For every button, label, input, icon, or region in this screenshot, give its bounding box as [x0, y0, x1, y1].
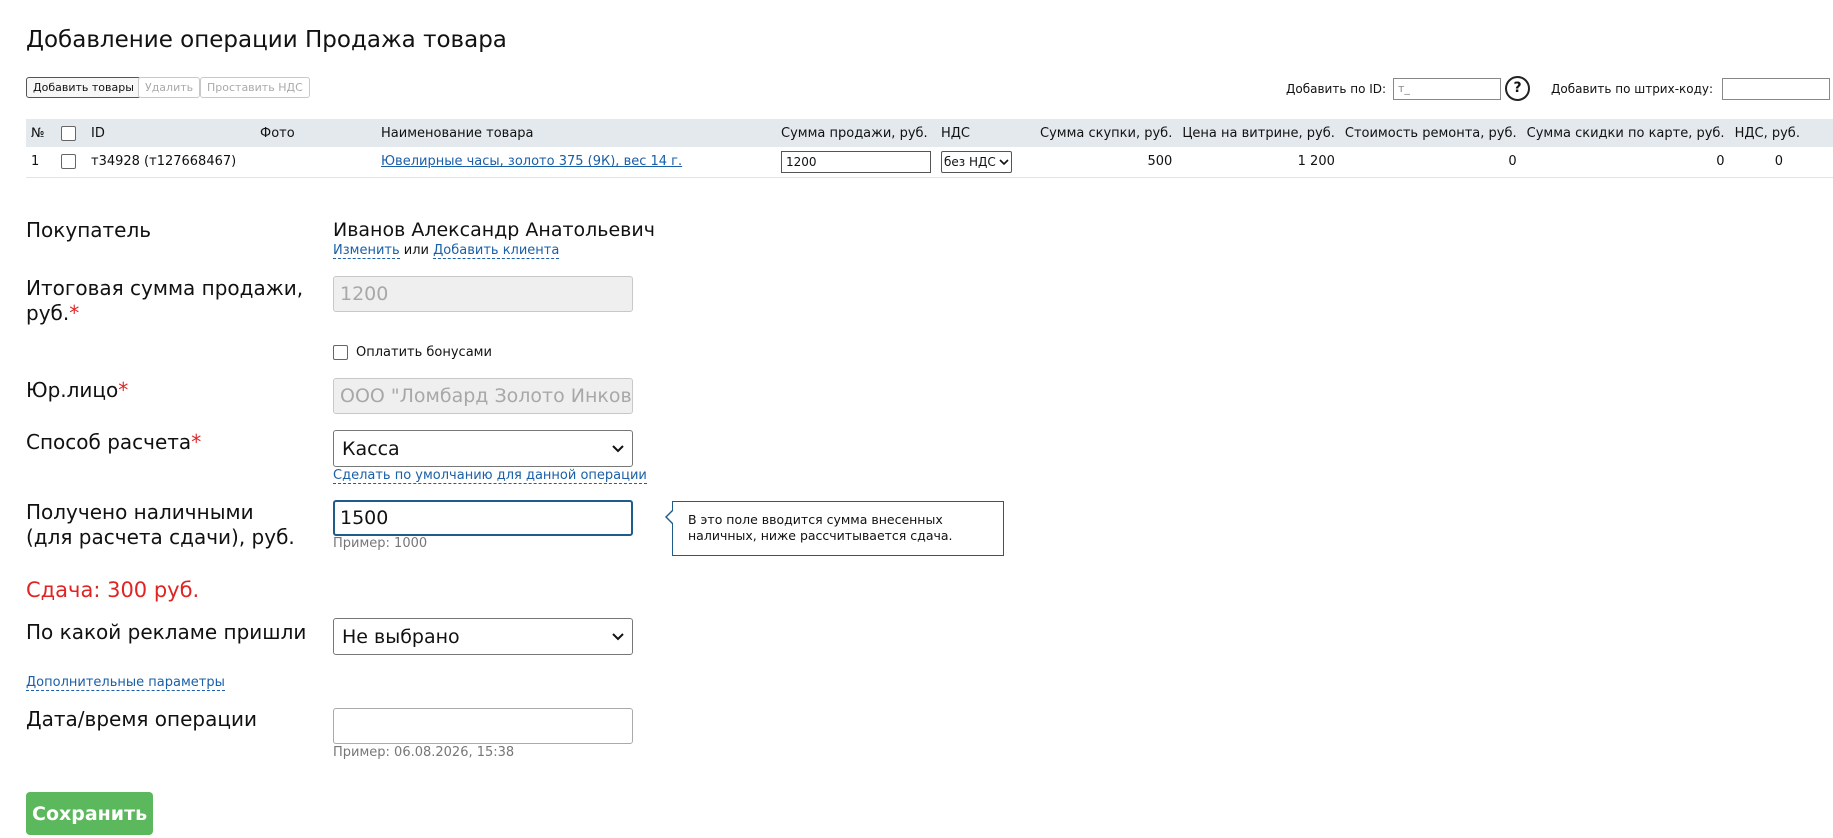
chevron-down-icon — [612, 445, 624, 453]
add-by-barcode-label: Добавить по штрих-коду: — [1551, 82, 1714, 96]
cash-received-hint: Пример: 1000 — [333, 536, 428, 551]
col-photo: Фото — [255, 119, 376, 147]
col-select-all — [56, 119, 86, 147]
vat-select-value: без НДС — [944, 154, 996, 169]
col-vat-sum: НДС, руб. — [1729, 119, 1833, 147]
legal-entity-input: ООО "Ломбард Золото Инков за — [333, 378, 633, 414]
delete-button[interactable]: Удалить — [138, 77, 201, 98]
row-id: т34928 (т127668467) — [86, 147, 255, 178]
row-select — [56, 147, 86, 178]
add-by-id-label: Добавить по ID: — [1286, 82, 1387, 96]
cash-received-label: Получено наличными (для расчета сдачи), … — [26, 500, 295, 549]
row-checkbox[interactable] — [61, 154, 76, 170]
save-button[interactable]: Сохранить — [26, 792, 153, 835]
select-all-checkbox[interactable] — [61, 125, 76, 141]
row-num: 1 — [26, 147, 56, 178]
required-mark: * — [118, 378, 129, 402]
legal-entity-label: Юр.лицо* — [26, 378, 128, 403]
required-mark: * — [191, 430, 202, 454]
items-table: № ID Фото Наименование товара Сумма прод… — [26, 119, 1833, 178]
row-showcase-price: 1 200 — [1177, 147, 1340, 178]
vat-select[interactable]: без НДС — [941, 150, 1012, 173]
or-text: или — [403, 243, 429, 258]
col-purchase-sum: Сумма скупки, руб. — [1035, 119, 1178, 147]
page-title: Добавление операции Продажа товара — [26, 27, 507, 53]
row-vat-sum: 0 — [1729, 147, 1833, 178]
required-mark: * — [69, 301, 80, 325]
table-header-row: № ID Фото Наименование товара Сумма прод… — [26, 119, 1833, 147]
make-default-link[interactable]: Сделать по умолчанию для данной операции — [333, 468, 647, 484]
col-vat: НДС — [936, 119, 1035, 147]
advertising-value: Не выбрано — [342, 625, 460, 648]
add-by-barcode-input[interactable] — [1722, 78, 1830, 100]
col-card-discount: Сумма скидки по карте, руб. — [1521, 119, 1730, 147]
payment-method-label: Способ расчета* — [26, 430, 201, 455]
pay-bonuses-label: Оплатить бонусами — [356, 345, 492, 360]
row-purchase-sum: 500 — [1035, 147, 1178, 178]
buyer-name: Иванов Александр Анатольевич — [333, 219, 655, 241]
help-icon[interactable]: ? — [1505, 76, 1530, 101]
payment-method-value: Касса — [342, 437, 400, 460]
payment-method-label-text: Способ расчета — [26, 430, 192, 454]
datetime-input[interactable] — [333, 708, 633, 744]
cash-tooltip-text: В это поле вводится сумма внесенных нали… — [688, 512, 953, 543]
col-name: Наименование товара — [376, 119, 776, 147]
change-amount: Сдача: 300 руб. — [26, 578, 200, 602]
row-card-discount: 0 — [1521, 147, 1730, 178]
total-label-text: Итоговая сумма продажи, руб. — [26, 276, 304, 325]
advertising-label: По какой рекламе пришли — [26, 620, 307, 644]
extra-params-row: Дополнительные параметры — [26, 675, 225, 691]
legal-entity-label-text: Юр.лицо — [26, 378, 119, 402]
add-by-id-input[interactable]: т_ — [1393, 78, 1501, 100]
cash-tooltip: В это поле вводится сумма внесенных нали… — [665, 501, 1004, 556]
row-photo — [255, 147, 376, 178]
row-name-cell: Ювелирные часы, золото 375 (9К), вес 14 … — [376, 147, 776, 178]
row-vat-cell: без НДС — [936, 147, 1035, 178]
datetime-label: Дата/время операции — [26, 707, 257, 731]
row-repair-cost: 0 — [1339, 147, 1522, 178]
payment-method-select[interactable]: Касса — [333, 430, 633, 467]
buyer-links: Изменить или Добавить клиента — [333, 243, 560, 259]
extra-params-link[interactable]: Дополнительные параметры — [26, 675, 225, 691]
row-sale-sum-cell: 1200 — [776, 147, 936, 178]
total-sum-input: 1200 — [333, 276, 633, 312]
chevron-down-icon — [612, 633, 624, 641]
buyer-label: Покупатель — [26, 218, 152, 242]
tooltip-arrow-fill — [667, 510, 674, 524]
sale-sum-input[interactable]: 1200 — [781, 150, 931, 173]
col-repair-cost: Стоимость ремонта, руб. — [1339, 119, 1522, 147]
default-link-row: Сделать по умолчанию для данной операции — [333, 468, 647, 484]
set-vat-button[interactable]: Проставить НДС — [200, 77, 310, 98]
col-id: ID — [86, 119, 255, 147]
table-row: 1 т34928 (т127668467) Ювелирные часы, зо… — [26, 147, 1833, 178]
chevron-down-icon — [999, 159, 1009, 165]
advertising-select[interactable]: Не выбрано — [333, 618, 633, 655]
col-sale-sum: Сумма продажи, руб. — [776, 119, 936, 147]
total-label: Итоговая сумма продажи, руб.* — [26, 276, 306, 326]
product-name-link[interactable]: Ювелирные часы, золото 375 (9К), вес 14 … — [381, 154, 682, 169]
add-goods-button[interactable]: Добавить товары — [26, 77, 141, 98]
pay-bonuses-checkbox[interactable] — [333, 345, 348, 360]
add-client-link[interactable]: Добавить клиента — [433, 243, 560, 259]
cash-received-input[interactable]: 1500 — [333, 500, 633, 536]
change-buyer-link[interactable]: Изменить — [333, 243, 400, 259]
col-num: № — [26, 119, 56, 147]
col-showcase-price: Цена на витрине, руб. — [1177, 119, 1340, 147]
pay-bonuses-row: Оплатить бонусами — [333, 345, 492, 360]
datetime-hint: Пример: 06.08.2026, 15:38 — [333, 745, 515, 760]
